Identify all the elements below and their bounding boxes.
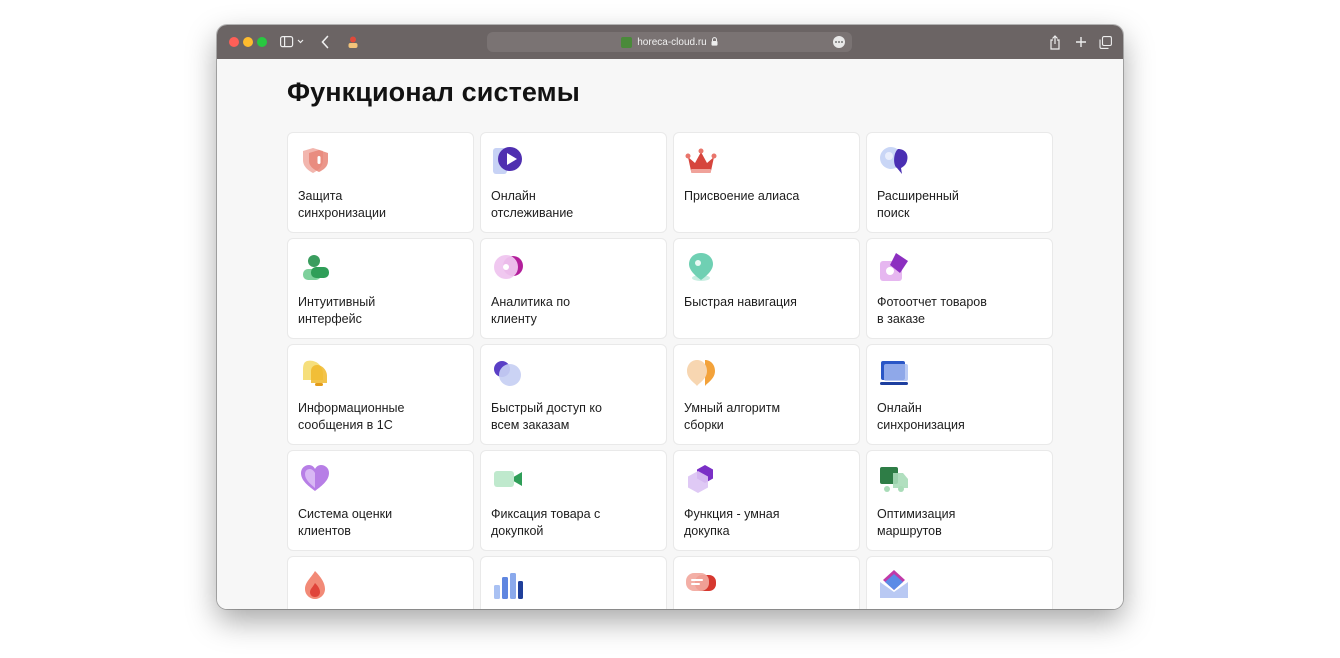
- share-icon[interactable]: [1047, 33, 1063, 51]
- search-bubble-icon: [878, 145, 910, 177]
- close-window-button[interactable]: [229, 37, 239, 47]
- feature-label: Оптимизация маршрутов: [877, 507, 956, 538]
- new-tab-icon[interactable]: [1073, 33, 1089, 51]
- envelope-icon: [878, 569, 910, 601]
- feature-card[interactable]: Фотоотчет товаров в заказе: [866, 238, 1053, 339]
- feature-label: Быстрая навигация: [684, 295, 797, 309]
- address-bar[interactable]: horeca-cloud.ru: [487, 32, 852, 52]
- access-icon: [492, 357, 524, 389]
- feature-card[interactable]: Функция - умная докупка: [673, 450, 860, 551]
- feature-label: Быстрый доступ ко всем заказам: [491, 401, 602, 432]
- camera-icon: [492, 463, 524, 495]
- hexagon-icon: [685, 463, 717, 495]
- browser-window: horeca-cloud.ru Функционал системы Защит…: [217, 25, 1123, 609]
- site-favicon-icon[interactable]: [344, 33, 362, 51]
- shield-icon: [299, 145, 331, 177]
- minimize-window-button[interactable]: [243, 37, 253, 47]
- feature-label: Онлайн отслеживание: [491, 189, 574, 220]
- chat-icon: [685, 569, 717, 601]
- tab-overview-icon[interactable]: [1097, 33, 1113, 51]
- truck-icon: [878, 463, 910, 495]
- feature-card[interactable]: [866, 556, 1053, 609]
- analytics-icon: [492, 251, 524, 283]
- lock-icon: [711, 33, 718, 51]
- feature-label: Умный алгоритм сборки: [684, 401, 781, 432]
- feature-label: Функция - умная докупка: [684, 507, 780, 538]
- feature-card[interactable]: Быстрый доступ ко всем заказам: [480, 344, 667, 445]
- feature-card[interactable]: Защита синхронизации: [287, 132, 474, 233]
- feature-label: Фотоотчет товаров в заказе: [877, 295, 987, 326]
- location-pin-icon: [685, 251, 717, 283]
- browser-toolbar: horeca-cloud.ru: [217, 25, 1123, 59]
- feature-label: Присвоение алиаса: [684, 189, 800, 203]
- feature-card[interactable]: Умный алгоритм сборки: [673, 344, 860, 445]
- laptop-icon: [878, 357, 910, 389]
- feature-card[interactable]: Онлайн отслеживание: [480, 132, 667, 233]
- feature-label: Информационные сообщения в 1С: [298, 401, 405, 432]
- page-content: Функционал системы Защита синхронизации …: [217, 59, 1123, 609]
- zoom-window-button[interactable]: [257, 37, 267, 47]
- photo-icon: [878, 251, 910, 283]
- feature-card[interactable]: Быстрая навигация: [673, 238, 860, 339]
- feature-label: Фиксация товара с докупкой: [491, 507, 601, 538]
- feature-card[interactable]: Присвоение алиаса: [673, 132, 860, 233]
- crown-icon: [685, 145, 717, 177]
- feature-card[interactable]: Аналитика по клиенту: [480, 238, 667, 339]
- feature-label: Система оценки клиентов: [298, 507, 393, 538]
- bell-icon: [299, 357, 331, 389]
- feature-card[interactable]: Информационные сообщения в 1С: [287, 344, 474, 445]
- feature-label: Интуитивный интерфейс: [298, 295, 376, 326]
- feature-label: Расширенный поиск: [877, 189, 959, 220]
- feature-card[interactable]: Интуитивный интерфейс: [287, 238, 474, 339]
- sidebar-toggle-icon[interactable]: [279, 33, 307, 51]
- back-icon[interactable]: [317, 33, 333, 51]
- flame-icon: [299, 569, 331, 601]
- feature-card[interactable]: Оптимизация маршрутов: [866, 450, 1053, 551]
- url-text: horeca-cloud.ru: [637, 36, 707, 48]
- play-icon: [492, 145, 524, 177]
- heart-icon: [299, 463, 331, 495]
- algorithm-icon: [685, 357, 717, 389]
- feature-label: Онлайн синхронизация: [877, 401, 965, 432]
- feature-card[interactable]: Онлайн синхронизация: [866, 344, 1053, 445]
- feature-card[interactable]: Расширенный поиск: [866, 132, 1053, 233]
- bar-chart-icon: [492, 569, 524, 601]
- feature-card[interactable]: Фиксация товара с докупкой: [480, 450, 667, 551]
- more-options-icon[interactable]: [833, 36, 845, 48]
- feature-label: Аналитика по клиенту: [491, 295, 571, 326]
- page-title: Функционал системы: [287, 77, 580, 107]
- feature-card[interactable]: Система оценки клиентов: [287, 450, 474, 551]
- feature-card[interactable]: [287, 556, 474, 609]
- user-icon: [299, 251, 331, 283]
- feature-card[interactable]: [673, 556, 860, 609]
- feature-label: Защита синхронизации: [298, 189, 386, 220]
- feature-card[interactable]: [480, 556, 667, 609]
- site-logo-icon: [621, 36, 633, 48]
- features-grid: Защита синхронизации Онлайн отслеживание…: [287, 132, 1053, 609]
